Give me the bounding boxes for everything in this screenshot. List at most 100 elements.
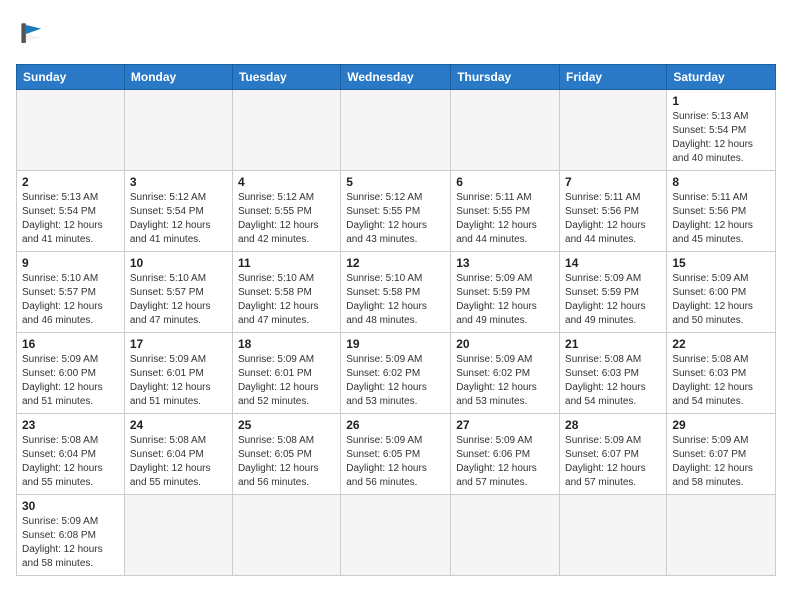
calendar-cell: 17 Sunrise: 5:09 AM Sunset: 6:01 PM Dayli… — [124, 333, 232, 414]
day-info: Sunrise: 5:09 AM Sunset: 6:02 PM Dayligh… — [456, 353, 554, 409]
day-info: Sunrise: 5:08 AM Sunset: 6:03 PM Dayligh… — [565, 353, 661, 409]
day-info: Sunrise: 5:08 AM Sunset: 6:05 PM Dayligh… — [238, 434, 335, 490]
day-number: 17 — [130, 337, 227, 351]
calendar-cell: 25 Sunrise: 5:08 AM Sunset: 6:05 PM Dayli… — [232, 414, 340, 495]
day-info: Sunrise: 5:10 AM Sunset: 5:58 PM Dayligh… — [238, 272, 335, 328]
day-number: 4 — [238, 175, 335, 189]
calendar-cell: 24 Sunrise: 5:08 AM Sunset: 6:04 PM Dayli… — [124, 414, 232, 495]
calendar-cell: 12 Sunrise: 5:10 AM Sunset: 5:58 PM Dayli… — [341, 252, 451, 333]
calendar-cell — [451, 495, 560, 576]
weekday-header: Tuesday — [232, 65, 340, 90]
day-number: 5 — [346, 175, 445, 189]
calendar-cell: 30 Sunrise: 5:09 AM Sunset: 6:08 PM Dayli… — [17, 495, 125, 576]
calendar-cell: 29 Sunrise: 5:09 AM Sunset: 6:07 PM Dayli… — [667, 414, 776, 495]
day-info: Sunrise: 5:10 AM Sunset: 5:57 PM Dayligh… — [22, 272, 119, 328]
day-number: 27 — [456, 418, 554, 432]
calendar-cell: 20 Sunrise: 5:09 AM Sunset: 6:02 PM Dayli… — [451, 333, 560, 414]
day-info: Sunrise: 5:09 AM Sunset: 5:59 PM Dayligh… — [565, 272, 661, 328]
day-info: Sunrise: 5:09 AM Sunset: 6:00 PM Dayligh… — [672, 272, 770, 328]
day-number: 26 — [346, 418, 445, 432]
day-info: Sunrise: 5:09 AM Sunset: 6:07 PM Dayligh… — [565, 434, 661, 490]
day-number: 20 — [456, 337, 554, 351]
day-info: Sunrise: 5:09 AM Sunset: 6:08 PM Dayligh… — [22, 515, 119, 571]
calendar-cell: 4 Sunrise: 5:12 AM Sunset: 5:55 PM Daylig… — [232, 171, 340, 252]
calendar-cell — [341, 90, 451, 171]
calendar-cell: 28 Sunrise: 5:09 AM Sunset: 6:07 PM Dayli… — [560, 414, 667, 495]
weekday-header: Thursday — [451, 65, 560, 90]
day-info: Sunrise: 5:13 AM Sunset: 5:54 PM Dayligh… — [22, 191, 119, 247]
weekday-header: Sunday — [17, 65, 125, 90]
calendar-cell: 18Sunrise: 5:09 AM Sunset: 6:01 PM Dayli… — [232, 333, 340, 414]
day-number: 8 — [672, 175, 770, 189]
day-info: Sunrise: 5:09 AM Sunset: 6:01 PM Dayligh… — [130, 353, 227, 409]
day-number: 24 — [130, 418, 227, 432]
calendar-cell: 14 Sunrise: 5:09 AM Sunset: 5:59 PM Dayli… — [560, 252, 667, 333]
calendar-cell — [341, 495, 451, 576]
day-number: 16 — [22, 337, 119, 351]
day-number: 21 — [565, 337, 661, 351]
day-number: 29 — [672, 418, 770, 432]
calendar-cell — [451, 90, 560, 171]
day-number: 1 — [672, 94, 770, 108]
calendar-cell: 1Sunrise: 5:13 AM Sunset: 5:54 PM Daylig… — [667, 90, 776, 171]
calendar-cell: 6Sunrise: 5:11 AM Sunset: 5:55 PM Daylig… — [451, 171, 560, 252]
day-number: 9 — [22, 256, 119, 270]
calendar-cell: 7Sunrise: 5:11 AM Sunset: 5:56 PM Daylig… — [560, 171, 667, 252]
calendar-cell — [232, 495, 340, 576]
calendar-cell: 27 Sunrise: 5:09 AM Sunset: 6:06 PM Dayli… — [451, 414, 560, 495]
day-info: Sunrise: 5:08 AM Sunset: 6:04 PM Dayligh… — [22, 434, 119, 490]
day-number: 12 — [346, 256, 445, 270]
day-number: 28 — [565, 418, 661, 432]
calendar-cell: 21 Sunrise: 5:08 AM Sunset: 6:03 PM Dayli… — [560, 333, 667, 414]
day-info: Sunrise: 5:11 AM Sunset: 5:56 PM Dayligh… — [565, 191, 661, 247]
day-number: 2 — [22, 175, 119, 189]
calendar-cell: 11 Sunrise: 5:10 AM Sunset: 5:58 PM Dayli… — [232, 252, 340, 333]
day-info: Sunrise: 5:12 AM Sunset: 5:55 PM Dayligh… — [346, 191, 445, 247]
calendar-cell: 8 Sunrise: 5:11 AM Sunset: 5:56 PM Daylig… — [667, 171, 776, 252]
day-info: Sunrise: 5:12 AM Sunset: 5:55 PM Dayligh… — [238, 191, 335, 247]
day-info: Sunrise: 5:09 AM Sunset: 5:59 PM Dayligh… — [456, 272, 554, 328]
calendar-cell: 26Sunrise: 5:09 AM Sunset: 6:05 PM Dayli… — [341, 414, 451, 495]
calendar-week-row: 16 Sunrise: 5:09 AM Sunset: 6:00 PM Dayli… — [17, 333, 776, 414]
calendar-cell: 2 Sunrise: 5:13 AM Sunset: 5:54 PM Daylig… — [17, 171, 125, 252]
calendar-header-row: SundayMondayTuesdayWednesdayThursdayFrid… — [17, 65, 776, 90]
day-info: Sunrise: 5:12 AM Sunset: 5:54 PM Dayligh… — [130, 191, 227, 247]
day-info: Sunrise: 5:08 AM Sunset: 6:04 PM Dayligh… — [130, 434, 227, 490]
calendar-cell — [667, 495, 776, 576]
logo — [16, 16, 56, 52]
calendar-cell: 22Sunrise: 5:08 AM Sunset: 6:03 PM Dayli… — [667, 333, 776, 414]
calendar-cell — [17, 90, 125, 171]
day-number: 14 — [565, 256, 661, 270]
day-number: 15 — [672, 256, 770, 270]
day-number: 30 — [22, 499, 119, 513]
calendar-week-row: 30 Sunrise: 5:09 AM Sunset: 6:08 PM Dayli… — [17, 495, 776, 576]
day-info: Sunrise: 5:10 AM Sunset: 5:58 PM Dayligh… — [346, 272, 445, 328]
calendar-week-row: 1Sunrise: 5:13 AM Sunset: 5:54 PM Daylig… — [17, 90, 776, 171]
day-number: 11 — [238, 256, 335, 270]
day-info: Sunrise: 5:09 AM Sunset: 6:00 PM Dayligh… — [22, 353, 119, 409]
day-number: 25 — [238, 418, 335, 432]
day-number: 3 — [130, 175, 227, 189]
calendar-table: SundayMondayTuesdayWednesdayThursdayFrid… — [16, 64, 776, 576]
calendar-week-row: 9 Sunrise: 5:10 AM Sunset: 5:57 PM Daylig… — [17, 252, 776, 333]
day-info: Sunrise: 5:08 AM Sunset: 6:03 PM Dayligh… — [672, 353, 770, 409]
day-number: 23 — [22, 418, 119, 432]
day-info: Sunrise: 5:09 AM Sunset: 6:06 PM Dayligh… — [456, 434, 554, 490]
weekday-header: Saturday — [667, 65, 776, 90]
calendar-cell: 16 Sunrise: 5:09 AM Sunset: 6:00 PM Dayli… — [17, 333, 125, 414]
calendar-cell: 5 Sunrise: 5:12 AM Sunset: 5:55 PM Daylig… — [341, 171, 451, 252]
weekday-header: Wednesday — [341, 65, 451, 90]
calendar-cell — [232, 90, 340, 171]
day-info: Sunrise: 5:11 AM Sunset: 5:56 PM Dayligh… — [672, 191, 770, 247]
day-info: Sunrise: 5:09 AM Sunset: 6:07 PM Dayligh… — [672, 434, 770, 490]
calendar-week-row: 23 Sunrise: 5:08 AM Sunset: 6:04 PM Dayli… — [17, 414, 776, 495]
day-number: 6 — [456, 175, 554, 189]
day-info: Sunrise: 5:09 AM Sunset: 6:01 PM Dayligh… — [238, 353, 335, 409]
calendar-cell: 9 Sunrise: 5:10 AM Sunset: 5:57 PM Daylig… — [17, 252, 125, 333]
day-number: 13 — [456, 256, 554, 270]
calendar-cell — [560, 90, 667, 171]
header — [16, 16, 776, 52]
weekday-header: Friday — [560, 65, 667, 90]
weekday-header: Monday — [124, 65, 232, 90]
logo-icon — [16, 16, 52, 52]
